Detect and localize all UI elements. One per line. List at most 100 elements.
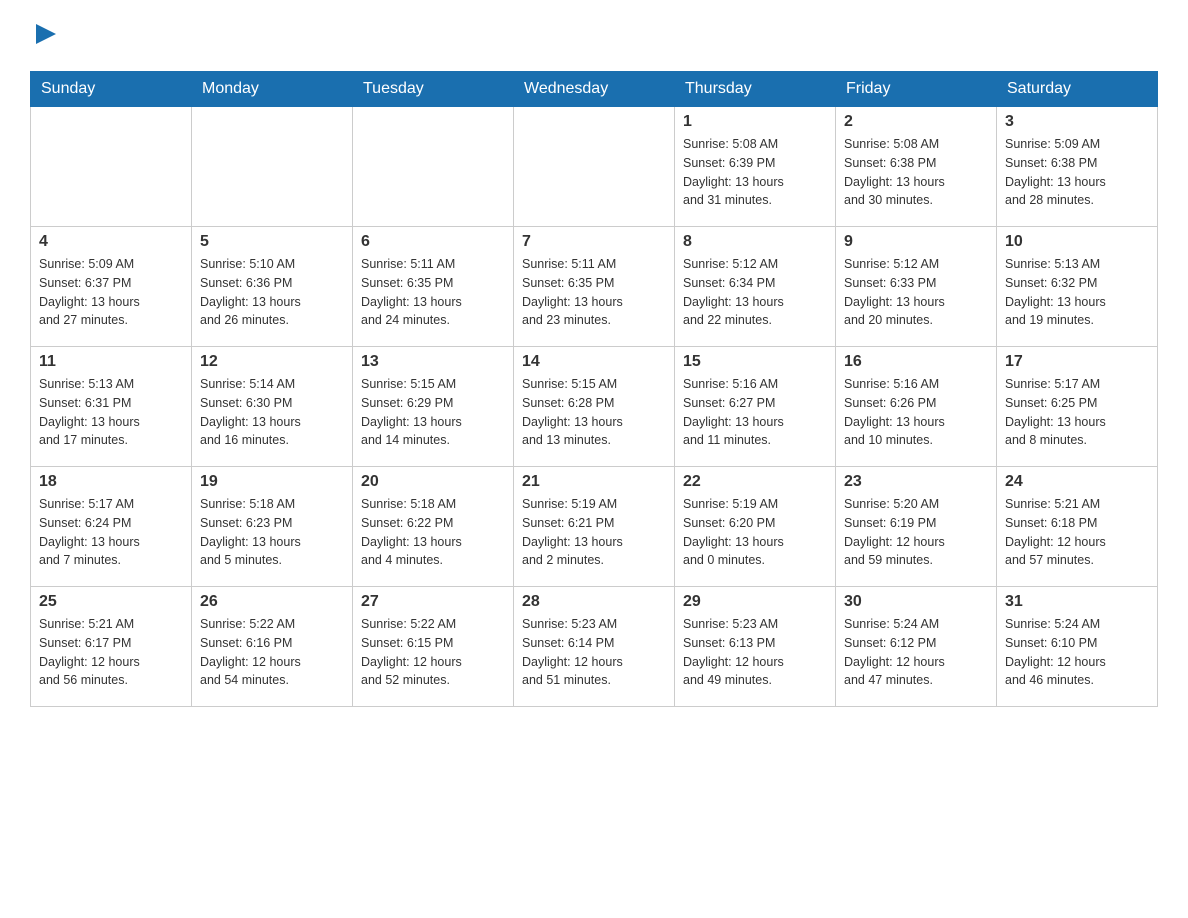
day-info: Sunrise: 5:16 AMSunset: 6:26 PMDaylight:… [844, 375, 988, 450]
day-info: Sunrise: 5:21 AMSunset: 6:17 PMDaylight:… [39, 615, 183, 690]
calendar-cell: 4 Sunrise: 5:09 AMSunset: 6:37 PMDaylight… [31, 227, 192, 347]
calendar-cell: 6 Sunrise: 5:11 AMSunset: 6:35 PMDaylight… [353, 227, 514, 347]
day-number: 2 [844, 113, 988, 131]
day-number: 5 [200, 233, 344, 251]
calendar-week-row: 4 Sunrise: 5:09 AMSunset: 6:37 PMDaylight… [31, 227, 1158, 347]
day-info: Sunrise: 5:09 AMSunset: 6:38 PMDaylight:… [1005, 135, 1149, 210]
calendar-week-row: 25 Sunrise: 5:21 AMSunset: 6:17 PMDayligh… [31, 587, 1158, 707]
col-wednesday: Wednesday [514, 72, 675, 107]
day-number: 30 [844, 593, 988, 611]
day-info: Sunrise: 5:20 AMSunset: 6:19 PMDaylight:… [844, 495, 988, 570]
calendar-cell [514, 107, 675, 227]
day-info: Sunrise: 5:19 AMSunset: 6:21 PMDaylight:… [522, 495, 666, 570]
calendar-cell [31, 107, 192, 227]
calendar-header-row: Sunday Monday Tuesday Wednesday Thursday… [31, 72, 1158, 107]
calendar-cell: 31 Sunrise: 5:24 AMSunset: 6:10 PMDayligh… [997, 587, 1158, 707]
day-info: Sunrise: 5:11 AMSunset: 6:35 PMDaylight:… [361, 255, 505, 330]
day-info: Sunrise: 5:08 AMSunset: 6:38 PMDaylight:… [844, 135, 988, 210]
col-saturday: Saturday [997, 72, 1158, 107]
day-number: 6 [361, 233, 505, 251]
day-number: 25 [39, 593, 183, 611]
day-number: 31 [1005, 593, 1149, 611]
day-number: 1 [683, 113, 827, 131]
calendar-cell: 20Sunrise: 5:18 AMSunset: 6:22 PMDayligh… [353, 467, 514, 587]
day-info: Sunrise: 5:10 AMSunset: 6:36 PMDaylight:… [200, 255, 344, 330]
day-number: 14 [522, 353, 666, 371]
col-thursday: Thursday [675, 72, 836, 107]
calendar-week-row: 11 Sunrise: 5:13 AMSunset: 6:31 PMDayligh… [31, 347, 1158, 467]
day-number: 19 [200, 473, 344, 491]
calendar-week-row: 18Sunrise: 5:17 AMSunset: 6:24 PMDayligh… [31, 467, 1158, 587]
day-number: 11 [39, 353, 183, 371]
day-info: Sunrise: 5:11 AMSunset: 6:35 PMDaylight:… [522, 255, 666, 330]
day-number: 17 [1005, 353, 1149, 371]
day-number: 27 [361, 593, 505, 611]
day-number: 10 [1005, 233, 1149, 251]
calendar-cell: 23 Sunrise: 5:20 AMSunset: 6:19 PMDayligh… [836, 467, 997, 587]
calendar-cell: 9Sunrise: 5:12 AMSunset: 6:33 PMDaylight… [836, 227, 997, 347]
calendar-cell: 15 Sunrise: 5:16 AMSunset: 6:27 PMDayligh… [675, 347, 836, 467]
col-sunday: Sunday [31, 72, 192, 107]
day-info: Sunrise: 5:08 AMSunset: 6:39 PMDaylight:… [683, 135, 827, 210]
day-info: Sunrise: 5:23 AMSunset: 6:14 PMDaylight:… [522, 615, 666, 690]
day-info: Sunrise: 5:23 AMSunset: 6:13 PMDaylight:… [683, 615, 827, 690]
calendar-cell: 18Sunrise: 5:17 AMSunset: 6:24 PMDayligh… [31, 467, 192, 587]
day-number: 22 [683, 473, 827, 491]
day-number: 29 [683, 593, 827, 611]
day-info: Sunrise: 5:15 AMSunset: 6:28 PMDaylight:… [522, 375, 666, 450]
day-number: 4 [39, 233, 183, 251]
day-info: Sunrise: 5:17 AMSunset: 6:24 PMDaylight:… [39, 495, 183, 570]
day-info: Sunrise: 5:15 AMSunset: 6:29 PMDaylight:… [361, 375, 505, 450]
day-info: Sunrise: 5:14 AMSunset: 6:30 PMDaylight:… [200, 375, 344, 450]
calendar-cell: 3Sunrise: 5:09 AMSunset: 6:38 PMDaylight… [997, 107, 1158, 227]
day-number: 9 [844, 233, 988, 251]
col-tuesday: Tuesday [353, 72, 514, 107]
day-info: Sunrise: 5:24 AMSunset: 6:10 PMDaylight:… [1005, 615, 1149, 690]
logo [30, 20, 60, 53]
calendar-cell: 8Sunrise: 5:12 AMSunset: 6:34 PMDaylight… [675, 227, 836, 347]
calendar-table: Sunday Monday Tuesday Wednesday Thursday… [30, 71, 1158, 707]
calendar-cell: 11 Sunrise: 5:13 AMSunset: 6:31 PMDayligh… [31, 347, 192, 467]
day-number: 15 [683, 353, 827, 371]
calendar-cell: 14 Sunrise: 5:15 AMSunset: 6:28 PMDayligh… [514, 347, 675, 467]
calendar-cell: 30 Sunrise: 5:24 AMSunset: 6:12 PMDayligh… [836, 587, 997, 707]
logo-arrow-icon [32, 20, 60, 48]
calendar-cell: 13 Sunrise: 5:15 AMSunset: 6:29 PMDayligh… [353, 347, 514, 467]
calendar-cell: 19 Sunrise: 5:18 AMSunset: 6:23 PMDayligh… [192, 467, 353, 587]
calendar-cell: 29 Sunrise: 5:23 AMSunset: 6:13 PMDayligh… [675, 587, 836, 707]
day-info: Sunrise: 5:13 AMSunset: 6:31 PMDaylight:… [39, 375, 183, 450]
calendar-cell: 21Sunrise: 5:19 AMSunset: 6:21 PMDayligh… [514, 467, 675, 587]
calendar-week-row: 1 Sunrise: 5:08 AMSunset: 6:39 PMDaylight… [31, 107, 1158, 227]
day-info: Sunrise: 5:16 AMSunset: 6:27 PMDaylight:… [683, 375, 827, 450]
day-number: 13 [361, 353, 505, 371]
day-info: Sunrise: 5:18 AMSunset: 6:23 PMDaylight:… [200, 495, 344, 570]
calendar-cell: 10Sunrise: 5:13 AMSunset: 6:32 PMDayligh… [997, 227, 1158, 347]
day-info: Sunrise: 5:22 AMSunset: 6:16 PMDaylight:… [200, 615, 344, 690]
col-monday: Monday [192, 72, 353, 107]
day-number: 8 [683, 233, 827, 251]
calendar-cell [192, 107, 353, 227]
day-number: 12 [200, 353, 344, 371]
col-friday: Friday [836, 72, 997, 107]
day-info: Sunrise: 5:09 AMSunset: 6:37 PMDaylight:… [39, 255, 183, 330]
day-number: 7 [522, 233, 666, 251]
day-number: 16 [844, 353, 988, 371]
calendar-cell: 26 Sunrise: 5:22 AMSunset: 6:16 PMDayligh… [192, 587, 353, 707]
calendar-cell: 25 Sunrise: 5:21 AMSunset: 6:17 PMDayligh… [31, 587, 192, 707]
day-number: 28 [522, 593, 666, 611]
day-number: 23 [844, 473, 988, 491]
calendar-cell [353, 107, 514, 227]
calendar-cell: 24 Sunrise: 5:21 AMSunset: 6:18 PMDayligh… [997, 467, 1158, 587]
calendar-cell: 5 Sunrise: 5:10 AMSunset: 6:36 PMDaylight… [192, 227, 353, 347]
calendar-cell: 7 Sunrise: 5:11 AMSunset: 6:35 PMDaylight… [514, 227, 675, 347]
day-info: Sunrise: 5:19 AMSunset: 6:20 PMDaylight:… [683, 495, 827, 570]
calendar-cell: 16 Sunrise: 5:16 AMSunset: 6:26 PMDayligh… [836, 347, 997, 467]
day-info: Sunrise: 5:24 AMSunset: 6:12 PMDaylight:… [844, 615, 988, 690]
page-header [30, 20, 1158, 53]
calendar-cell: 1 Sunrise: 5:08 AMSunset: 6:39 PMDaylight… [675, 107, 836, 227]
day-info: Sunrise: 5:21 AMSunset: 6:18 PMDaylight:… [1005, 495, 1149, 570]
calendar-cell: 22 Sunrise: 5:19 AMSunset: 6:20 PMDayligh… [675, 467, 836, 587]
day-number: 26 [200, 593, 344, 611]
day-number: 24 [1005, 473, 1149, 491]
calendar-cell: 28 Sunrise: 5:23 AMSunset: 6:14 PMDayligh… [514, 587, 675, 707]
